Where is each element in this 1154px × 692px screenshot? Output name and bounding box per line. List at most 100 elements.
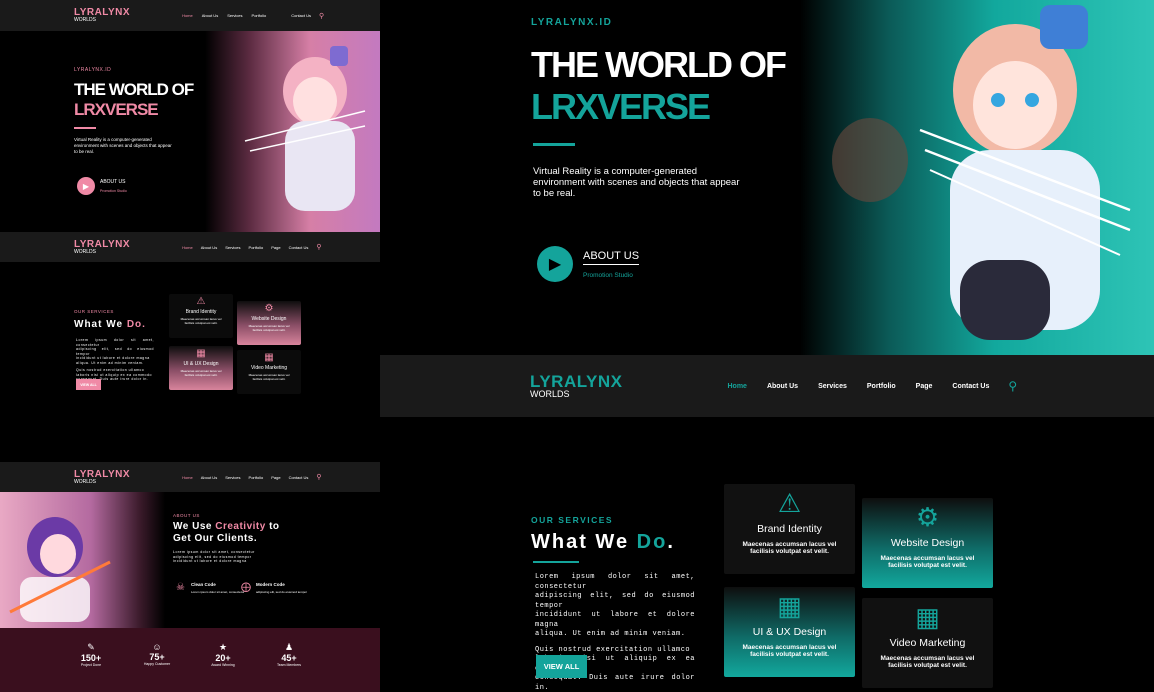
small-nav1-services[interactable]: Services [227, 13, 242, 18]
services-p1-l4: aliqua. Ut enim ad minim veniam. [535, 630, 686, 638]
service-card-brand-identity[interactable]: ⚠ Brand Identity Maecenas accumsan lacus… [724, 484, 855, 574]
nav-page[interactable]: Page [916, 383, 933, 390]
small-about-section: ABOUT US We Use Creativity to Get Our Cl… [0, 492, 380, 628]
stat-team: ♟ 45+ Team Members [274, 642, 304, 692]
small-nav2-portfolio[interactable]: Portfolio [249, 245, 264, 250]
small-logo-3[interactable]: LYRALYNX WORLDS [74, 468, 131, 485]
small-service-card-video[interactable]: ▦ Video Marketing Maecenas accumsan lacu… [237, 350, 301, 394]
nav-about-us[interactable]: About Us [767, 383, 798, 390]
view-all-button[interactable]: VIEW ALL [536, 655, 587, 678]
smile-icon: ☺ [152, 642, 162, 652]
network-icon: ▦ [915, 602, 940, 632]
small-logo-1[interactable]: LYRALYNX WORLDS [74, 8, 130, 23]
stat-awards: ★ 20+ Award Winning [208, 642, 238, 692]
services-title-c: . [667, 531, 675, 553]
small-logo-3-name: LYRALYNX [74, 468, 131, 480]
small-logo-2-sub: WORLDS [74, 248, 96, 255]
stat-projects-label: Project Done [80, 663, 102, 667]
service-card-video-marketing[interactable]: ▦ Video Marketing Maecenas accumsan lacu… [862, 598, 993, 688]
play-icon[interactable]: ▶ [537, 246, 573, 282]
small-nav1-about[interactable]: About Us [202, 13, 218, 18]
small-nav1-home[interactable]: Home [182, 13, 193, 18]
about-us-button[interactable]: ABOUT US [583, 250, 640, 265]
hero-desc-l3: to be real. [533, 188, 576, 199]
small-hero1-underline [74, 127, 96, 129]
small-hero1-tag: LYRALYNX.ID [74, 67, 112, 73]
services-eyebrow: OUR SERVICES [531, 515, 614, 525]
search-icon[interactable]: ⚲ [1008, 379, 1017, 393]
nav-portfolio[interactable]: Portfolio [867, 383, 896, 390]
small-service-web-title: Website Design [251, 316, 287, 322]
small-nav3-home[interactable]: Home [182, 475, 193, 480]
stat-awards-num: 20+ [215, 653, 231, 663]
small-view-all-button[interactable]: VIEW ALL [76, 379, 101, 390]
small-nav3-contact[interactable]: Contact Us [289, 475, 309, 480]
service-uiux-t1: Maecenas accumsan lacus vel [742, 644, 837, 651]
small-nav1-contact[interactable]: Contact Us [291, 13, 311, 18]
trophy-icon: ★ [218, 642, 228, 652]
small-nav3-about[interactable]: About Us [201, 475, 217, 480]
play-icon[interactable]: ▶ [77, 177, 95, 195]
small-logo-2[interactable]: LYRALYNX WORLDS [74, 238, 131, 255]
small-service-uiux-t2: facilisis volutpat est velit. [184, 373, 218, 377]
hero-tag: LYRALYNX.ID [531, 17, 613, 28]
small-hero1-line2: LRXVERSE [74, 100, 159, 119]
hero-description: Virtual Reality is a computer-generated … [533, 166, 740, 199]
nav-home[interactable]: Home [728, 383, 747, 390]
small-nav2-services[interactable]: Services [225, 245, 240, 250]
nav-services[interactable]: Services [818, 383, 847, 390]
small-nav2-about[interactable]: About Us [201, 245, 217, 250]
stat-awards-label: Award Winning [211, 663, 235, 667]
service-uiux-t2: facilisis volutpat est velit. [750, 651, 829, 658]
search-icon[interactable]: ⚲ [316, 243, 321, 251]
search-icon[interactable]: ⚲ [319, 12, 324, 20]
small-hero1-desc: Virtual Reality is a computer-generated … [74, 137, 172, 155]
services-p2-l1: Quis nostrud exercitation ullamco [535, 645, 691, 654]
small-hero1-cta[interactable]: ABOUT US [100, 179, 125, 185]
small-about-f2-d1: adipiscing elit, sed do eiusmod tempor [256, 590, 308, 594]
hero-title-line2: LRXVERSE [531, 86, 711, 127]
web-gear-icon: ⚙ [915, 502, 940, 532]
small-services-p1-l2: adipiscing elit, sed do eiusmod tempor [76, 347, 154, 356]
search-icon[interactable]: ⚲ [316, 473, 321, 481]
sitemap-icon: ▦ [777, 591, 802, 621]
small-nav3-services[interactable]: Services [225, 475, 240, 480]
small-hero1-line1: THE WORLD OF [74, 80, 194, 99]
small-about-f1-d1: Lorem ipsum dolor sit amet, consectetur [191, 590, 245, 594]
small-navbar-2: LYRALYNX WORLDS Home About Us Services P… [0, 232, 380, 262]
small-services-title: What We Do. [74, 319, 146, 330]
small-service-card-brand[interactable]: ⚠ Brand Identity Maecenas accumsan lacus… [169, 294, 233, 338]
small-logo-2-name: LYRALYNX [74, 238, 131, 250]
small-nav2-page[interactable]: Page [271, 245, 280, 250]
small-nav2-contact[interactable]: Contact Us [289, 245, 309, 250]
small-service-card-uiux[interactable]: ▦ UI & UX Design Maecenas accumsan lacus… [169, 346, 233, 390]
service-video-t2: facilisis volutpat est velit. [888, 662, 967, 669]
small-nav3-portfolio[interactable]: Portfolio [249, 475, 264, 480]
nav-contact-us[interactable]: Contact Us [952, 383, 989, 390]
team-icon: ♟ [284, 642, 294, 652]
small-nav3-page[interactable]: Page [271, 475, 280, 480]
service-web-t2: facilisis volutpat est velit. [888, 562, 967, 569]
stat-customers-num: 75+ [149, 652, 165, 662]
small-services-p1-l4: aliqua. Ut enim ad minim veniam. [76, 360, 144, 365]
small-services-para: Lorem ipsum dolor sit amet, consectetur … [76, 338, 154, 382]
sitemap-icon: ▦ [196, 348, 206, 359]
main-logo[interactable]: LYRALYNX WORLDS [530, 373, 623, 399]
small-about-h1-a: We Use [173, 521, 216, 532]
small-services-title-c: . [142, 319, 146, 330]
hero-title-line1: THE WORLD OF [531, 44, 787, 85]
code-icon: ⨁ [241, 582, 251, 593]
stat-customers-label: Happy Customer [143, 662, 171, 666]
small-nav1-portfolio[interactable]: Portfolio [252, 13, 267, 18]
hero-desc-l2: environment with scenes and objects that… [533, 177, 740, 188]
service-brand-t1: Maecenas accumsan lacus vel [742, 541, 837, 548]
service-card-uiux-design[interactable]: ▦ UI & UX Design Maecenas accumsan lacus… [724, 587, 855, 677]
small-nav2-home[interactable]: Home [182, 245, 193, 250]
small-services-p1-l3: incididunt ut labore et dolore magna [76, 356, 150, 360]
small-services-p1-l1: Lorem ipsum dolor sit amet, consectetur [76, 338, 154, 347]
small-about-f2-desc: adipiscing elit, sed do eiusmod tempor [256, 590, 307, 594]
small-service-card-web[interactable]: ⚙ Website Design Maecenas accumsan lacus… [237, 301, 301, 345]
services-p1-l3: incididunt ut labore et dolore magna [535, 611, 695, 629]
service-card-website-design[interactable]: ⚙ Website Design Maecenas accumsan lacus… [862, 498, 993, 588]
hero-desc-l1: Virtual Reality is a computer-generated [533, 166, 698, 177]
